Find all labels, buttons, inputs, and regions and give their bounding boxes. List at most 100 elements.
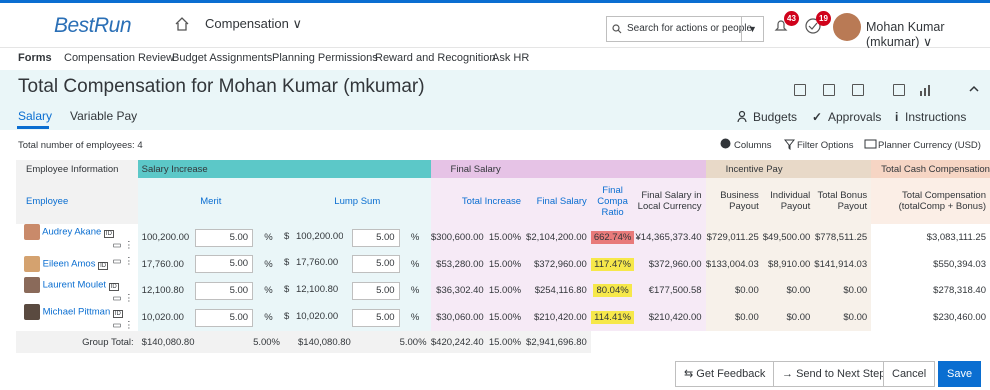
nav-planning-permissions[interactable]: Planning Permissions bbox=[272, 52, 378, 64]
merit-percent-input[interactable]: 5.00 bbox=[195, 255, 254, 273]
merit-percent-input[interactable]: 5.00 bbox=[195, 308, 254, 327]
tasks-count-badge: 19 bbox=[816, 11, 831, 26]
total-increase-pct-cell: 15.00% bbox=[487, 304, 526, 331]
info-panel-icon[interactable] bbox=[893, 84, 905, 96]
user-avatar[interactable] bbox=[833, 13, 861, 41]
nav-ask-hr[interactable]: Ask HR bbox=[492, 52, 529, 64]
columns-button[interactable]: Columns bbox=[734, 140, 772, 151]
total-increase-pct-cell: 15.00% bbox=[487, 251, 526, 277]
nav-forms[interactable]: Forms bbox=[18, 52, 52, 64]
lump-sum-input[interactable]: 10,020.00 bbox=[292, 309, 342, 327]
comment-icon[interactable]: ▭ bbox=[113, 256, 122, 267]
employee-name-link[interactable]: Audrey Akane bbox=[42, 227, 101, 238]
nav-compensation-review[interactable]: Compensation Review bbox=[64, 52, 174, 64]
merit-percent-input[interactable]: 5.00 bbox=[195, 281, 254, 300]
final-salary-cell: $372,960.00 bbox=[525, 251, 591, 277]
user-menu[interactable]: Mohan Kumar (mkumar) ∨ bbox=[866, 20, 990, 49]
percent-sign: % bbox=[253, 304, 284, 331]
merit-amount: 10,020.00 bbox=[141, 312, 184, 323]
columns-icon bbox=[720, 138, 731, 152]
instructions-button[interactable]: Instructions bbox=[905, 110, 966, 124]
get-feedback-button[interactable]: ⇆ Get Feedback bbox=[675, 361, 775, 387]
lump-percent-input[interactable]: 5.00 bbox=[351, 281, 400, 300]
table-row: Eileen Amos ID ▭ ⋮ 17,760.00 5.00 % $ 17,… bbox=[16, 251, 990, 277]
comment-icon[interactable]: ▭ bbox=[113, 320, 122, 331]
col-total-increase[interactable]: Total Increase bbox=[430, 178, 526, 224]
local-currency-cell: $210,420.00 bbox=[634, 304, 706, 331]
dollar-sign: $ bbox=[284, 257, 290, 268]
chart-icon[interactable] bbox=[918, 84, 932, 96]
comment-icon[interactable]: ▭ bbox=[113, 240, 122, 251]
lump-percent-input[interactable]: 5.00 bbox=[351, 228, 400, 247]
total-compensation-cell: $278,318.40 bbox=[871, 277, 990, 304]
planner-currency-button[interactable]: Planner Currency (USD) bbox=[878, 140, 981, 151]
company-logo[interactable]: BestRun bbox=[54, 14, 132, 38]
group-final-salary[interactable]: Final Salary bbox=[430, 160, 706, 178]
collapse-header-icon[interactable] bbox=[968, 84, 980, 94]
cancel-button[interactable]: Cancel bbox=[883, 361, 936, 387]
more-options-icon[interactable]: ⋮ bbox=[124, 256, 134, 267]
percent-sign: % bbox=[399, 224, 431, 251]
id-card-icon[interactable]: ID bbox=[108, 282, 119, 291]
col-total-bonus: Total Bonus Payout bbox=[814, 178, 872, 224]
lump-sum-input[interactable]: 17,760.00 bbox=[292, 255, 342, 273]
module-selector[interactable]: Compensation ∨ bbox=[205, 16, 302, 32]
col-employee[interactable]: Employee bbox=[16, 178, 138, 224]
tasks-button[interactable]: 19 bbox=[804, 11, 831, 37]
tab-salary[interactable]: Salary bbox=[18, 109, 52, 123]
employee-name-link[interactable]: Laurent Moulet bbox=[43, 280, 106, 291]
group-total-label: Group Total: bbox=[16, 331, 138, 353]
nav-reward-recognition[interactable]: Reward and Recognition bbox=[375, 52, 495, 64]
more-options-icon[interactable]: ⋮ bbox=[124, 240, 134, 251]
search-field[interactable]: Search for actions or people ▼ bbox=[606, 16, 764, 42]
col-merit[interactable]: Merit bbox=[137, 178, 284, 224]
id-card-icon[interactable]: ID bbox=[103, 229, 114, 238]
merit-percent-input[interactable]: 5.00 bbox=[195, 228, 254, 247]
save-icon[interactable] bbox=[852, 84, 864, 96]
col-final-salary[interactable]: Final Salary bbox=[525, 178, 591, 224]
total-merit: $140,080.80 bbox=[137, 331, 254, 353]
nav-budget-assignments[interactable]: Budget Assignments bbox=[172, 52, 272, 64]
approvals-button[interactable]: Approvals bbox=[828, 110, 881, 124]
id-card-icon[interactable]: ID bbox=[98, 261, 109, 270]
col-final-compa-ratio[interactable]: Final Compa Ratio bbox=[590, 178, 635, 224]
notification-bell-button[interactable]: 43 bbox=[772, 11, 799, 37]
print-icon[interactable] bbox=[823, 84, 835, 96]
info-icon: i bbox=[895, 110, 899, 124]
individual-payout-cell: $49,500.00 bbox=[762, 224, 815, 251]
search-dropdown-button[interactable]: ▼ bbox=[741, 17, 763, 41]
lump-percent-input[interactable]: 5.00 bbox=[351, 308, 400, 327]
comment-icon[interactable]: ▭ bbox=[113, 293, 122, 304]
lump-percent-input[interactable]: 5.00 bbox=[351, 255, 400, 273]
percent-sign: % bbox=[253, 251, 284, 277]
send-next-step-button[interactable]: → Send to Next Step bbox=[773, 361, 895, 387]
employee-name-link[interactable]: Michael Pittman bbox=[43, 307, 111, 318]
more-options-icon[interactable]: ⋮ bbox=[124, 320, 134, 331]
employee-name-link[interactable]: Eileen Amos bbox=[43, 259, 96, 270]
export-icon[interactable] bbox=[794, 84, 806, 96]
filter-options-button[interactable]: Filter Options bbox=[797, 140, 854, 151]
total-compensation-cell: $3,083,111.25 bbox=[871, 224, 990, 251]
business-payout-cell: $133,004.03 bbox=[705, 251, 763, 277]
save-button[interactable]: Save bbox=[938, 361, 982, 387]
merit-amount: 12,100.80 bbox=[141, 285, 184, 296]
id-card-icon[interactable]: ID bbox=[112, 309, 123, 318]
col-lump-sum[interactable]: Lump Sum bbox=[284, 178, 431, 224]
business-payout-cell: $0.00 bbox=[705, 277, 763, 304]
active-tab-indicator bbox=[17, 126, 49, 129]
group-total-row: Group Total: $140,080.80 5.00% $140,080.… bbox=[16, 331, 990, 353]
budgets-button[interactable]: Budgets bbox=[753, 110, 797, 124]
percent-sign: % bbox=[399, 304, 431, 331]
total-compensation-cell: $550,394.03 bbox=[871, 251, 990, 277]
merit-amount: 17,760.00 bbox=[141, 258, 184, 270]
home-icon[interactable] bbox=[174, 16, 190, 32]
approvals-check-icon: ✓ bbox=[812, 110, 823, 124]
filter-icon bbox=[784, 139, 795, 150]
group-incentive-pay[interactable]: Incentive Pay bbox=[705, 160, 872, 178]
tab-variable-pay[interactable]: Variable Pay bbox=[70, 109, 137, 123]
shell-bar: BestRun Compensation ∨ Search for action… bbox=[0, 0, 990, 49]
lump-sum-input[interactable]: 12,100.80 bbox=[292, 282, 342, 300]
more-options-icon[interactable]: ⋮ bbox=[124, 293, 134, 304]
employee-photo bbox=[24, 256, 40, 272]
lump-sum-input[interactable]: 100,200.00 bbox=[292, 229, 343, 247]
